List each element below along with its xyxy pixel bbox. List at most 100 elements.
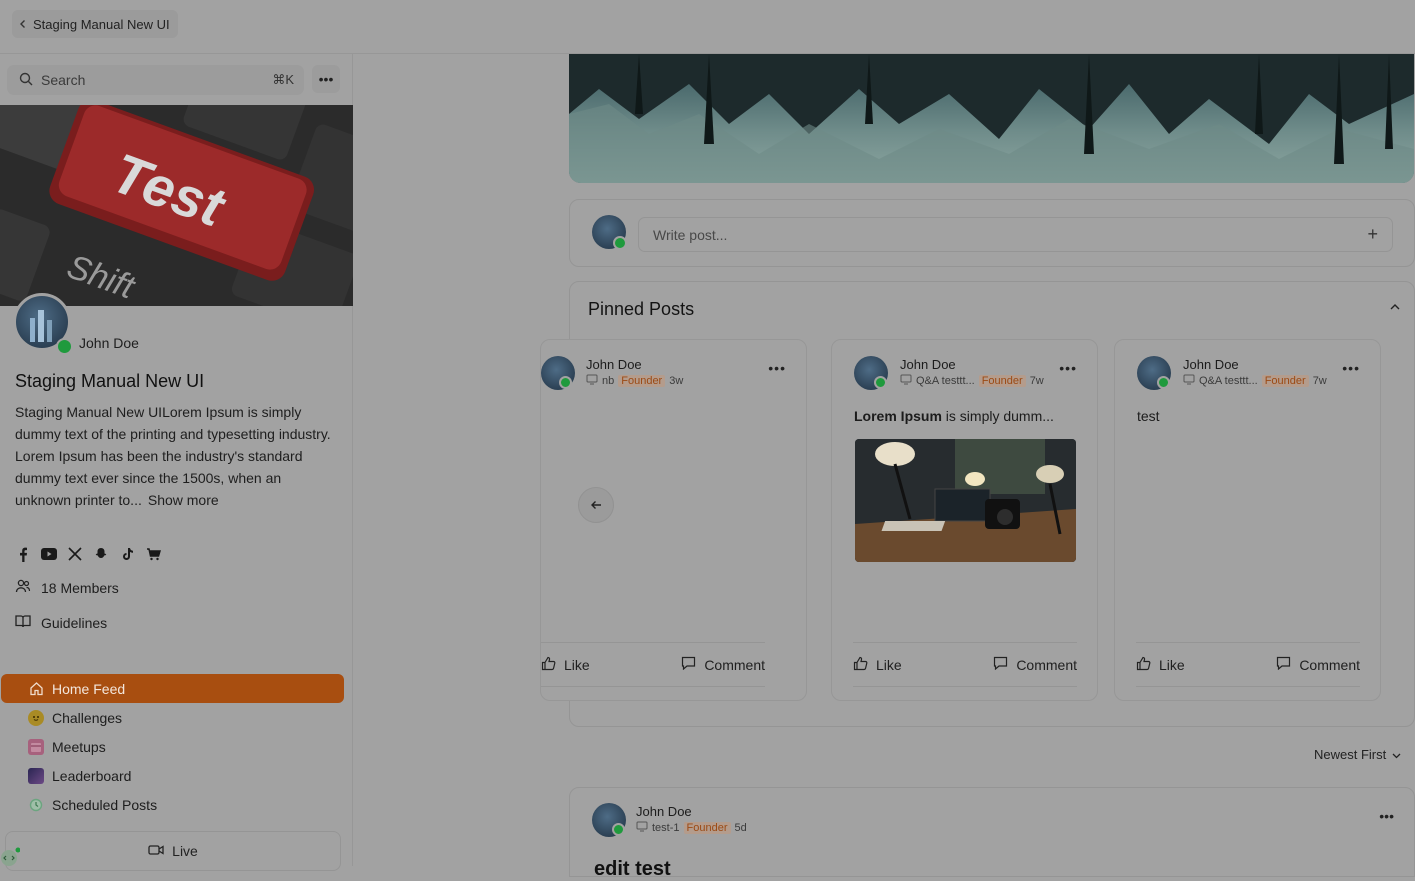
back-button[interactable]: Staging Manual New UI [12,10,178,38]
post-text: test [1137,408,1160,424]
author-avatar[interactable] [541,356,575,390]
post-time: 3w [669,375,684,387]
author-name[interactable]: John Doe [900,357,956,372]
more-horizontal-icon[interactable]: ••• [1059,360,1077,376]
like-label: Like [876,656,902,673]
sidebar-item-label: Challenges [52,709,123,726]
user-avatar[interactable] [592,215,627,250]
more-horizontal-icon[interactable]: ••• [1342,360,1360,376]
online-status-dot [1157,376,1170,389]
channel-icon [586,374,598,388]
sidebar-item-challenges[interactable]: Challenges [1,703,344,732]
guidelines-row[interactable]: Guidelines [15,614,107,631]
pinned-post-card[interactable]: John Doe Q&A testtt... Founder 7w ••• Lo… [831,339,1098,701]
youtube-icon[interactable] [41,546,57,562]
sidebar-item-home-feed[interactable]: Home Feed [1,674,344,703]
channel-name[interactable]: test-1 [652,822,680,834]
online-status-dot [612,823,625,836]
search-placeholder: Search [41,72,86,88]
sidebar-item-label: Scheduled Posts [52,796,158,813]
post-actions: Like Comment [1136,642,1360,687]
plus-icon[interactable]: + [1367,224,1378,245]
back-button-label: Staging Manual New UI [33,16,170,32]
show-more-link[interactable]: Show more [148,492,219,508]
channel-name[interactable]: Q&A testtt... [916,375,975,387]
comment-label: Comment [1299,656,1360,673]
sidebar-nav: Home Feed Challenges Meetups Leaderboard… [0,674,353,819]
calendar-icon [28,738,44,755]
online-status-dot [559,376,572,389]
members-row[interactable]: 18 Members [15,578,119,597]
comment-label: Comment [704,656,765,673]
previous-arrow-button[interactable] [578,487,614,523]
like-button[interactable]: Like [541,656,590,674]
owner-name[interactable]: John Doe [79,335,139,351]
chevron-left-icon [18,17,28,32]
post-meta: nb Founder 3w [586,374,683,388]
x-icon[interactable] [67,546,83,562]
author-name[interactable]: John Doe [1183,357,1239,372]
comment-icon [1276,656,1291,673]
search-input[interactable]: Search ⌘K [7,65,304,95]
sidebar-item-label: Home Feed [52,680,126,697]
post-image[interactable] [855,439,1076,562]
sort-dropdown[interactable]: Newest First [1314,747,1401,762]
write-post-placeholder: Write post... [653,226,728,243]
channel-icon [900,374,912,388]
like-button[interactable]: Like [853,656,902,674]
sidebar-item-meetups[interactable]: Meetups [1,732,344,761]
book-icon [15,614,31,631]
author-name[interactable]: John Doe [586,357,642,372]
facebook-icon[interactable] [15,546,31,562]
comment-button[interactable]: Comment [993,656,1077,673]
post-composer: Write post... + [569,199,1415,267]
feed-post[interactable]: John Doe test-1 Founder 5d ••• edit test [569,787,1415,880]
more-horizontal-icon[interactable]: ••• [1379,808,1394,824]
role-badge: Founder [1261,375,1309,387]
write-post-input[interactable]: Write post... + [638,217,1393,252]
post-title: edit test [594,858,671,880]
search-icon [19,72,33,89]
post-meta: Q&A testtt... Founder 7w [900,374,1044,388]
role-badge: Founder [618,375,666,387]
post-time: 7w [1029,375,1044,387]
more-horizontal-icon[interactable]: ••• [768,360,786,376]
post-text-rest: is simply dumm... [941,408,1054,424]
like-label: Like [564,656,590,673]
shop-icon[interactable] [145,546,161,562]
role-badge: Founder [683,822,731,834]
channel-name[interactable]: Q&A testtt... [1199,375,1258,387]
pinned-post-card[interactable]: John Doe Q&A testtt... Founder 7w ••• te… [1114,339,1381,701]
comment-icon [993,656,1008,673]
post-time: 7w [1312,375,1327,387]
community-title: Staging Manual New UI [15,371,205,391]
thumbs-up-icon [853,656,868,674]
cover-image [569,54,1414,183]
post-actions: Like Comment [541,642,765,687]
chevron-up-icon[interactable] [1390,300,1400,314]
comment-button[interactable]: Comment [681,656,765,673]
sidebar-item-label: Meetups [52,738,106,755]
live-button[interactable]: Live [5,831,341,871]
dev-tools-icon[interactable] [0,846,21,866]
author-avatar[interactable] [1137,356,1171,390]
author-avatar[interactable] [854,356,888,390]
sidebar-item-scheduled-posts[interactable]: Scheduled Posts [1,790,344,819]
like-button[interactable]: Like [1136,656,1185,674]
owner-avatar[interactable] [13,293,73,355]
sidebar-item-leaderboard[interactable]: Leaderboard [1,761,344,790]
guidelines-label: Guidelines [41,614,108,631]
author-avatar[interactable] [592,803,626,837]
top-bar: Staging Manual New UI [0,0,1415,54]
author-name[interactable]: John Doe [636,804,692,819]
arrow-left-icon [590,497,602,513]
emoji-icon [28,709,44,726]
pinned-post-card[interactable]: John Doe nb Founder 3w ••• Like Comment [540,339,807,701]
channel-name[interactable]: nb [602,375,614,387]
comment-button[interactable]: Comment [1276,656,1360,673]
tiktok-icon[interactable] [119,546,135,562]
main-content: Write post... + Pinned Posts John Doe nb… [353,54,1415,880]
more-horizontal-icon[interactable]: ••• [312,65,340,93]
like-label: Like [1159,656,1185,673]
snapchat-icon[interactable] [93,546,109,562]
